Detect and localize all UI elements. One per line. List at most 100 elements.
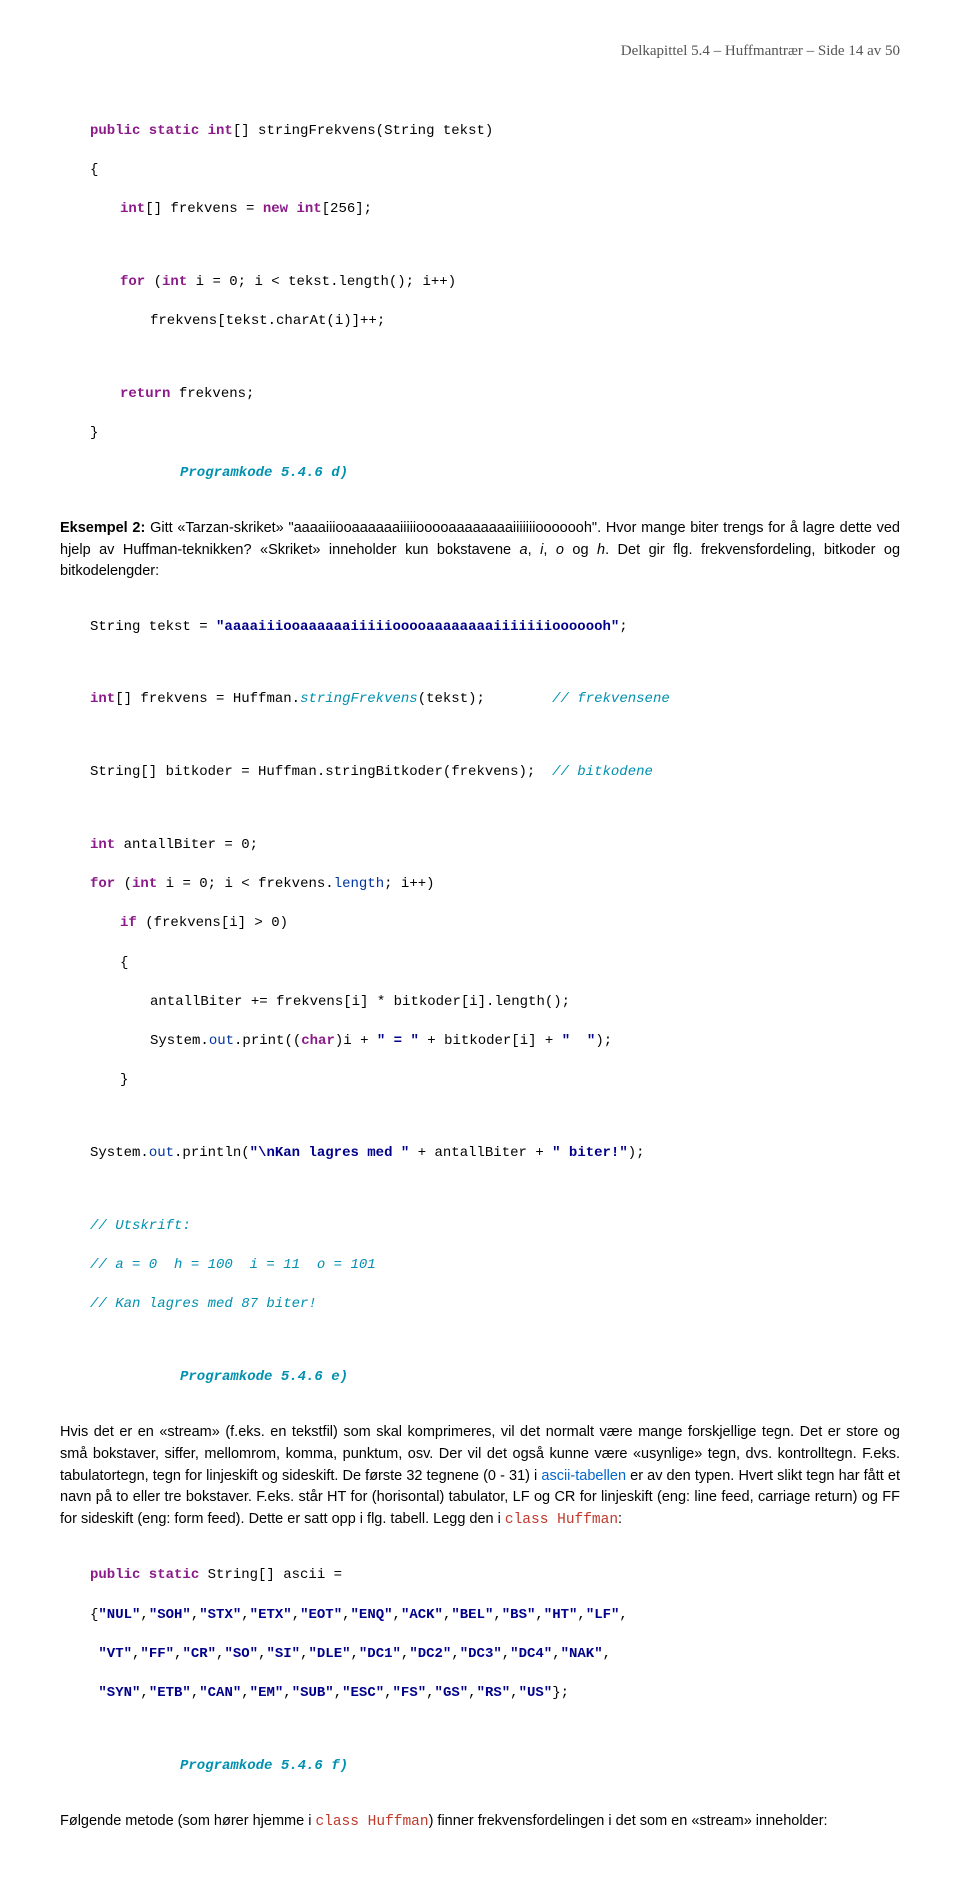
text: ,: [528, 542, 541, 558]
t: [90, 1646, 98, 1662]
letter: h: [597, 542, 605, 558]
t: ,: [502, 1646, 510, 1662]
text: {: [90, 161, 900, 181]
text: String[] bitkoder = Huffman.stringBitkod…: [90, 764, 552, 780]
text: String[] ascii =: [199, 1567, 342, 1583]
text: .println(: [174, 1145, 250, 1161]
letter: a: [520, 542, 528, 558]
text: ,: [543, 542, 556, 558]
text: frekvens;: [170, 386, 254, 402]
kw: int: [132, 876, 157, 892]
t: ,: [258, 1646, 266, 1662]
t: ,: [283, 1685, 291, 1701]
text: [256];: [322, 201, 372, 217]
t: ,: [468, 1685, 476, 1701]
t: ,: [216, 1646, 224, 1662]
text: og: [564, 542, 597, 558]
t: ,: [493, 1607, 501, 1623]
t: ,: [393, 1607, 401, 1623]
s: "SI": [266, 1646, 300, 1662]
comment: // a = 0 h = 100 i = 11 o = 101: [90, 1257, 376, 1273]
s: "DC1": [359, 1646, 401, 1662]
s: "ETX": [250, 1607, 292, 1623]
t: ,: [510, 1685, 518, 1701]
t: ,: [140, 1685, 148, 1701]
t: ,: [241, 1607, 249, 1623]
kw: public static: [90, 123, 208, 139]
comment: // bitkodene: [552, 764, 653, 780]
stream-paragraph: Hvis det er en «stream» (f.eks. en tekst…: [60, 1422, 900, 1532]
s: "SUB": [292, 1685, 334, 1701]
text: ) finner frekvensfordelingen i det som e…: [429, 1813, 828, 1829]
closing-paragraph: Følgende metode (som hører hjemme i clas…: [60, 1811, 900, 1834]
text: Følgende metode (som hører hjemme i: [60, 1813, 315, 1829]
code-caption-f: Programkode 5.4.6 f): [180, 1758, 348, 1774]
text: (: [115, 876, 132, 892]
t: ,: [342, 1607, 350, 1623]
code-block-d: public static int[] stringFrekvens(Strin…: [60, 103, 900, 503]
text: ;: [619, 619, 627, 635]
ascii-table-link[interactable]: ascii-tabellen: [541, 1468, 626, 1484]
text: (tekst);: [418, 691, 485, 707]
example-2-paragraph: Eksempel 2: Gitt «Tarzan-skriket» "aaaai…: [60, 518, 900, 583]
t: ,: [241, 1685, 249, 1701]
s: "LF": [586, 1607, 620, 1623]
s: "DC2": [409, 1646, 451, 1662]
kw: public static: [90, 1567, 199, 1583]
t: ,: [191, 1607, 199, 1623]
string-lit: "aaaaiiiooaaaaaaiiiiiooooaaaaaaaaiiiiiii…: [216, 619, 619, 635]
s: "EOT": [300, 1607, 342, 1623]
kw: for: [120, 274, 145, 290]
t: ,: [603, 1646, 611, 1662]
code-caption-d: Programkode 5.4.6 d): [180, 465, 348, 481]
t: ,: [384, 1685, 392, 1701]
text: );: [628, 1145, 645, 1161]
kw: int: [90, 837, 115, 853]
t: ,: [292, 1607, 300, 1623]
text: );: [595, 1033, 612, 1049]
kw: char: [301, 1033, 335, 1049]
kw: for: [90, 876, 115, 892]
s: "DLE": [308, 1646, 350, 1662]
s: "HT": [544, 1607, 578, 1623]
t: ,: [577, 1607, 585, 1623]
s: "BEL": [451, 1607, 493, 1623]
s: "ACK": [401, 1607, 443, 1623]
text: + bitkoder[i] +: [419, 1033, 562, 1049]
s: "SYN": [98, 1685, 140, 1701]
s: "ESC": [342, 1685, 384, 1701]
t: ,: [619, 1607, 627, 1623]
s: "ENQ": [351, 1607, 393, 1623]
s: "NUL": [98, 1607, 140, 1623]
s: "STX": [199, 1607, 241, 1623]
prop: out: [209, 1033, 234, 1049]
text: [] frekvens =: [145, 201, 263, 217]
text: (frekvens[i] > 0): [137, 915, 288, 931]
kw: int: [162, 274, 187, 290]
s: "VT": [98, 1646, 132, 1662]
s: "RS": [477, 1685, 511, 1701]
text: antallBiter = 0;: [115, 837, 258, 853]
string-lit: "\nKan lagres med ": [250, 1145, 410, 1161]
string-lit: " ": [562, 1033, 596, 1049]
code-caption-e: Programkode 5.4.6 e): [180, 1369, 348, 1385]
t: ,: [443, 1607, 451, 1623]
t: ,: [552, 1646, 560, 1662]
text: .print((: [234, 1033, 301, 1049]
text: }: [90, 424, 900, 444]
class-ref: class Huffman: [505, 1512, 618, 1528]
comment: // frekvensene: [552, 691, 670, 707]
t: ,: [451, 1646, 459, 1662]
s: "DC3": [460, 1646, 502, 1662]
t: ,: [334, 1685, 342, 1701]
kw: int: [208, 123, 233, 139]
kw: new int: [263, 201, 322, 217]
class-ref: class Huffman: [315, 1814, 428, 1830]
text: i = 0; i < tekst.length(); i++): [187, 274, 456, 290]
text: frekvens[tekst.charAt(i)]++;: [90, 312, 900, 332]
t: ,: [351, 1646, 359, 1662]
text: System.: [90, 1145, 149, 1161]
s: "DC4": [510, 1646, 552, 1662]
string-lit: " biter!": [552, 1145, 628, 1161]
s: "SO": [224, 1646, 258, 1662]
